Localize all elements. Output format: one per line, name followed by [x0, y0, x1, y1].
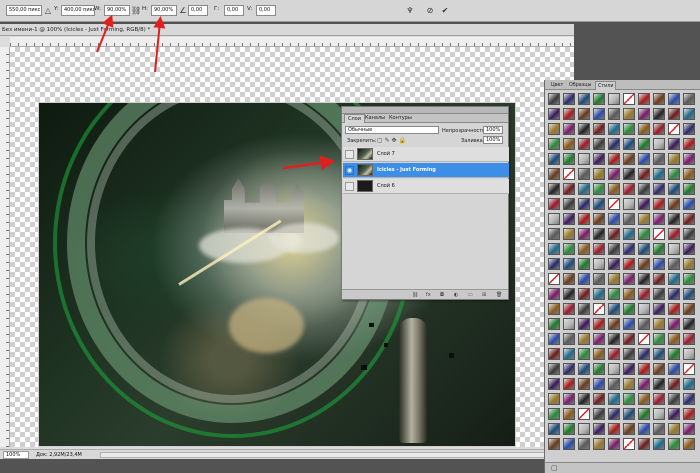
red-arrow	[153, 16, 166, 73]
photoshop-window: 550,00 пикс △ Y: 400,00 пикс W: 90,00% ⛓…	[0, 0, 700, 473]
annotation-arrows	[96, 14, 336, 171]
red-arrow	[282, 155, 336, 171]
red-arrow	[96, 14, 114, 53]
